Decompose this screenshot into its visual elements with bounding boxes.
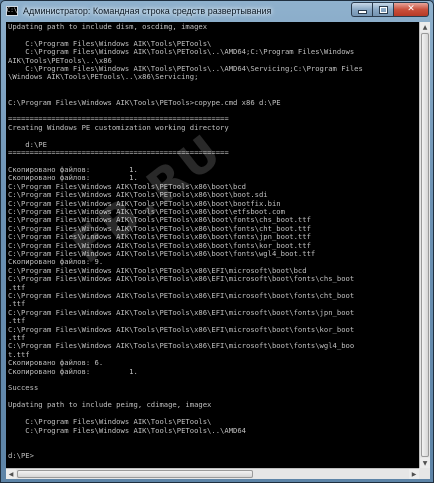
scroll-up-arrow-icon[interactable]: ▲ <box>420 22 430 32</box>
close-button[interactable]: ✕ <box>393 2 429 17</box>
maximize-button[interactable] <box>372 2 393 17</box>
console-text: Updating path to include dism, oscdimg, … <box>8 22 363 460</box>
scroll-down-arrow-icon[interactable]: ▼ <box>420 458 430 468</box>
vertical-scrollbar[interactable]: ▲ ▼ <box>419 22 430 468</box>
minimize-button[interactable] <box>351 2 372 17</box>
close-icon: ✕ <box>407 4 415 14</box>
console-icon[interactable]: C:\ <box>6 6 18 16</box>
window-title: Администратор: Командная строка средств … <box>23 6 272 16</box>
scrollbar-corner <box>419 468 430 479</box>
window-controls: ✕ <box>351 2 429 17</box>
minimize-icon <box>357 10 367 14</box>
console-output[interactable]: Updating path to include dism, oscdimg, … <box>6 22 419 468</box>
horizontal-scrollbar[interactable]: ◀ ▶ <box>6 468 419 479</box>
scroll-right-arrow-icon[interactable]: ▶ <box>409 469 419 479</box>
title-bar[interactable]: C:\ Администратор: Командная строка сред… <box>1 1 433 21</box>
scroll-left-arrow-icon[interactable]: ◀ <box>6 469 16 479</box>
vertical-scroll-thumb[interactable] <box>421 33 429 457</box>
console-window: C:\ Администратор: Командная строка сред… <box>0 0 434 483</box>
maximize-icon <box>378 5 388 14</box>
horizontal-scroll-thumb[interactable] <box>17 470 253 478</box>
